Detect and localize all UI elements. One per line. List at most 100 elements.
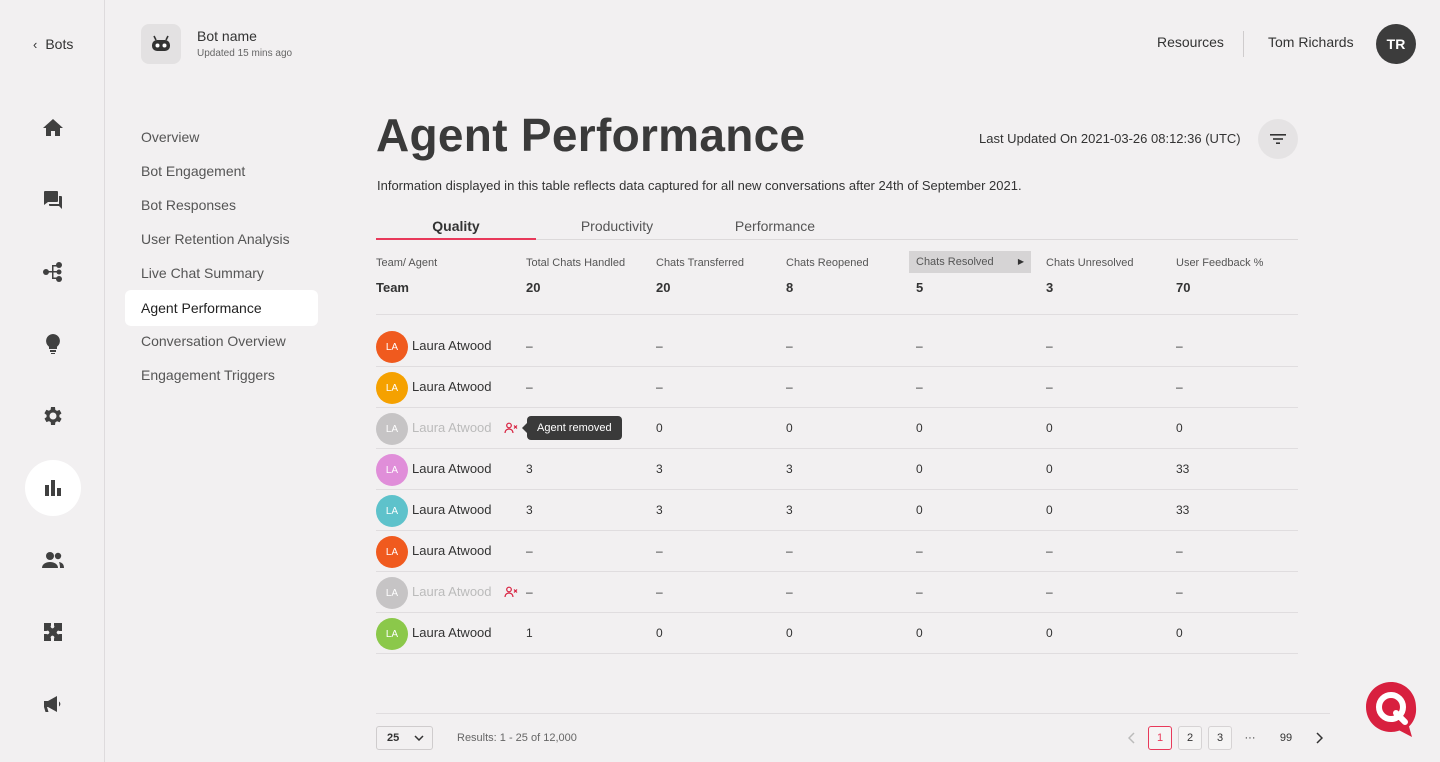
bot-avatar bbox=[141, 24, 181, 64]
tab-bar: Quality Productivity Performance bbox=[376, 212, 1298, 240]
back-to-bots-link[interactable]: ‹ Bots bbox=[33, 36, 73, 52]
cell-total-chats: – bbox=[526, 585, 533, 599]
team-chats-transferred: 20 bbox=[656, 280, 671, 295]
cell-chats-reopened: – bbox=[786, 380, 793, 394]
cell-chats-transferred: 0 bbox=[656, 421, 663, 435]
cell-chats-unresolved: – bbox=[1046, 544, 1053, 558]
cell-chats-unresolved: 0 bbox=[1046, 503, 1053, 517]
subnav-item-bot-responses[interactable]: Bot Responses bbox=[125, 187, 318, 223]
page-button-3[interactable]: 3 bbox=[1208, 726, 1232, 750]
tab-productivity[interactable]: Productivity bbox=[537, 212, 697, 240]
page-button-1[interactable]: 1 bbox=[1148, 726, 1172, 750]
cell-chats-unresolved: – bbox=[1046, 339, 1053, 353]
column-header-team-agent[interactable]: Team/ Agent bbox=[376, 257, 437, 269]
filter-button[interactable] bbox=[1258, 119, 1298, 159]
subnav-item-live-chat-summary[interactable]: Live Chat Summary bbox=[125, 255, 318, 291]
home-icon[interactable] bbox=[25, 100, 81, 156]
resources-link[interactable]: Resources bbox=[1157, 34, 1224, 50]
megaphone-icon[interactable] bbox=[25, 676, 81, 732]
agent-avatar: LA bbox=[376, 495, 408, 527]
analytics-icon[interactable] bbox=[25, 460, 81, 516]
table-row[interactable]: LA Laura Atwood 3 3 3 0 0 33 bbox=[376, 449, 1298, 490]
robot-icon bbox=[152, 35, 170, 51]
cell-total-chats: 1 bbox=[526, 626, 533, 640]
cell-chats-reopened: 0 bbox=[786, 626, 793, 640]
table-row[interactable]: LA Laura Atwood – – – – – – bbox=[376, 531, 1298, 572]
cell-chats-transferred: – bbox=[656, 380, 663, 394]
user-name[interactable]: Tom Richards bbox=[1268, 34, 1354, 50]
info-text: Information displayed in this table refl… bbox=[377, 178, 1022, 193]
prev-page-button[interactable] bbox=[1120, 726, 1144, 750]
chat-icon[interactable] bbox=[25, 172, 81, 228]
table-row[interactable]: LA Laura Atwood – – – – – – bbox=[376, 367, 1298, 408]
users-icon[interactable] bbox=[25, 532, 81, 588]
cell-chats-unresolved: 0 bbox=[1046, 626, 1053, 640]
header-divider bbox=[1243, 31, 1244, 57]
team-user-feedback: 70 bbox=[1176, 280, 1191, 295]
cell-user-feedback: – bbox=[1176, 339, 1183, 353]
subnav-item-agent-performance[interactable]: Agent Performance bbox=[125, 290, 318, 326]
cell-user-feedback: – bbox=[1176, 544, 1183, 558]
table-row[interactable]: LA Laura Atwood 3 3 3 0 0 33 bbox=[376, 490, 1298, 531]
cell-chats-unresolved: 0 bbox=[1046, 462, 1053, 476]
agent-name: Laura Atwood bbox=[412, 338, 492, 353]
cell-chats-transferred: – bbox=[656, 585, 663, 599]
column-header-chats-resolved[interactable]: Chats Resolved ▶ bbox=[909, 251, 1031, 273]
team-row-label: Team bbox=[376, 280, 409, 295]
page-button-2[interactable]: 2 bbox=[1178, 726, 1202, 750]
column-header-chats-reopened[interactable]: Chats Reopened bbox=[786, 257, 869, 269]
agent-name: Laura Atwood bbox=[412, 502, 492, 517]
cell-chats-reopened: – bbox=[786, 339, 793, 353]
lightbulb-icon[interactable] bbox=[25, 316, 81, 372]
cell-chats-reopened: 0 bbox=[786, 421, 793, 435]
cell-chats-transferred: 3 bbox=[656, 462, 663, 476]
agent-name: Laura Atwood bbox=[412, 461, 492, 476]
chevron-left-icon: ‹ bbox=[33, 36, 38, 52]
cell-total-chats: – bbox=[526, 339, 533, 353]
team-row-divider bbox=[376, 314, 1298, 315]
chevron-right-icon bbox=[1316, 732, 1323, 744]
table-row[interactable]: LA Laura Atwood 1 0 0 0 0 0 bbox=[376, 613, 1298, 654]
cell-total-chats: – bbox=[526, 380, 533, 394]
back-label: Bots bbox=[45, 36, 74, 52]
subnav-item-bot-engagement[interactable]: Bot Engagement bbox=[125, 153, 318, 189]
flow-icon[interactable] bbox=[25, 244, 81, 300]
column-header-chats-unresolved[interactable]: Chats Unresolved bbox=[1046, 257, 1133, 269]
user-avatar[interactable]: TR bbox=[1376, 24, 1416, 64]
agent-avatar: LA bbox=[376, 618, 408, 650]
subnav-item-engagement-triggers[interactable]: Engagement Triggers bbox=[125, 357, 318, 393]
agent-removed-tooltip: Agent removed bbox=[522, 416, 622, 440]
table-row[interactable]: LA Laura Atwood 0 0 0 0 0 bbox=[376, 408, 1298, 449]
brand-chat-launcher[interactable] bbox=[1364, 680, 1418, 738]
column-header-user-feedback[interactable]: User Feedback % bbox=[1176, 257, 1263, 269]
integrations-icon[interactable] bbox=[25, 604, 81, 660]
cell-user-feedback: 33 bbox=[1176, 503, 1190, 517]
next-page-button[interactable] bbox=[1307, 726, 1331, 750]
page-size-select[interactable]: 25 bbox=[376, 726, 433, 750]
cell-chats-transferred: – bbox=[656, 544, 663, 558]
left-rail: ‹ Bots bbox=[0, 0, 105, 762]
tab-performance[interactable]: Performance bbox=[695, 212, 855, 240]
cell-chats-unresolved: – bbox=[1046, 585, 1053, 599]
team-chats-reopened: 8 bbox=[786, 280, 794, 295]
page-size-value: 25 bbox=[387, 732, 400, 744]
agent-removed-icon[interactable] bbox=[504, 421, 518, 435]
agent-avatar: LA bbox=[376, 577, 408, 609]
table-row[interactable]: LA Laura Atwood – – – – – – bbox=[376, 326, 1298, 367]
settings-icon[interactable] bbox=[25, 388, 81, 444]
brand-logo-icon bbox=[1366, 682, 1417, 737]
cell-total-chats: – bbox=[526, 544, 533, 558]
subnav-item-user-retention-analysis[interactable]: User Retention Analysis bbox=[125, 221, 318, 257]
column-header-total-chats-handled[interactable]: Total Chats Handled bbox=[526, 257, 625, 269]
agent-removed-icon[interactable] bbox=[504, 585, 518, 599]
table-row[interactable]: LA Laura Atwood – – – – – – bbox=[376, 572, 1298, 613]
agent-name: Laura Atwood bbox=[412, 420, 492, 435]
page-button-99[interactable]: 99 bbox=[1274, 726, 1298, 750]
footer-divider bbox=[376, 713, 1330, 714]
subnav-item-overview[interactable]: Overview bbox=[125, 119, 318, 155]
subnav-item-conversation-overview[interactable]: Conversation Overview bbox=[125, 323, 318, 359]
cell-chats-resolved: 0 bbox=[916, 626, 923, 640]
last-updated-text: Last Updated On 2021-03-26 08:12:36 (UTC… bbox=[979, 131, 1241, 146]
column-header-chats-transferred[interactable]: Chats Transferred bbox=[656, 257, 744, 269]
tab-quality[interactable]: Quality bbox=[376, 212, 536, 240]
